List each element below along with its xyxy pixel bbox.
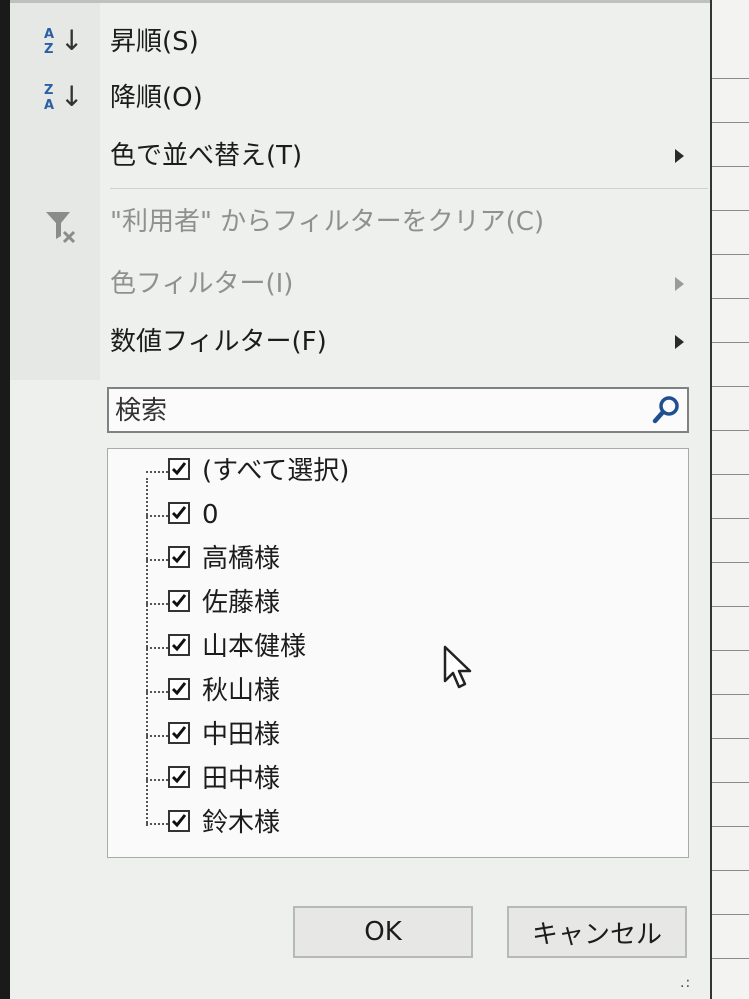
menu-top-edge — [10, 0, 710, 3]
search-icon[interactable] — [651, 395, 681, 425]
clear-filter-item[interactable]: "利用者" からフィルターをクリア(C) — [110, 200, 544, 244]
submenu-arrow-icon — [675, 149, 684, 163]
checkbox[interactable] — [168, 634, 190, 656]
submenu-arrow-icon — [675, 335, 684, 349]
mouse-cursor-icon — [443, 645, 472, 689]
checkbox[interactable] — [168, 590, 190, 612]
checkbox[interactable] — [168, 546, 190, 568]
sort-descending-icon: Z A ↓ — [44, 80, 84, 113]
checkbox[interactable] — [168, 766, 190, 788]
cancel-button[interactable]: キャンセル — [507, 906, 687, 958]
filter-value-list[interactable] — [107, 448, 689, 858]
sort-descending-item[interactable]: 降順(O) — [110, 76, 203, 120]
checkbox[interactable] — [168, 678, 190, 700]
menu-separator — [110, 188, 708, 189]
clear-filter-icon — [46, 212, 76, 244]
checkbox[interactable] — [168, 502, 190, 524]
down-arrow-icon: ↓ — [60, 80, 84, 113]
sort-ascending-icon: A Z ↓ — [44, 24, 84, 57]
spreadsheet-grid-background — [710, 0, 749, 999]
left-edge — [0, 0, 10, 999]
checkbox[interactable] — [168, 810, 190, 832]
search-input[interactable] — [113, 391, 637, 431]
resize-grip-icon[interactable]: .: — [680, 975, 691, 991]
down-arrow-icon: ↓ — [60, 24, 84, 57]
checkbox[interactable] — [168, 722, 190, 744]
tree-connector-line — [146, 478, 148, 826]
sort-ascending-item[interactable]: 昇順(S) — [110, 20, 199, 64]
number-filter-item[interactable]: 数値フィルター(F) — [110, 320, 327, 364]
checkbox[interactable] — [168, 458, 190, 480]
sort-by-color-item[interactable]: 色で並べ替え(T) — [110, 134, 302, 178]
color-filter-item[interactable]: 色フィルター(I) — [110, 262, 293, 306]
ok-button[interactable]: OK — [293, 906, 473, 958]
search-box — [107, 387, 689, 433]
submenu-arrow-icon — [675, 277, 684, 291]
